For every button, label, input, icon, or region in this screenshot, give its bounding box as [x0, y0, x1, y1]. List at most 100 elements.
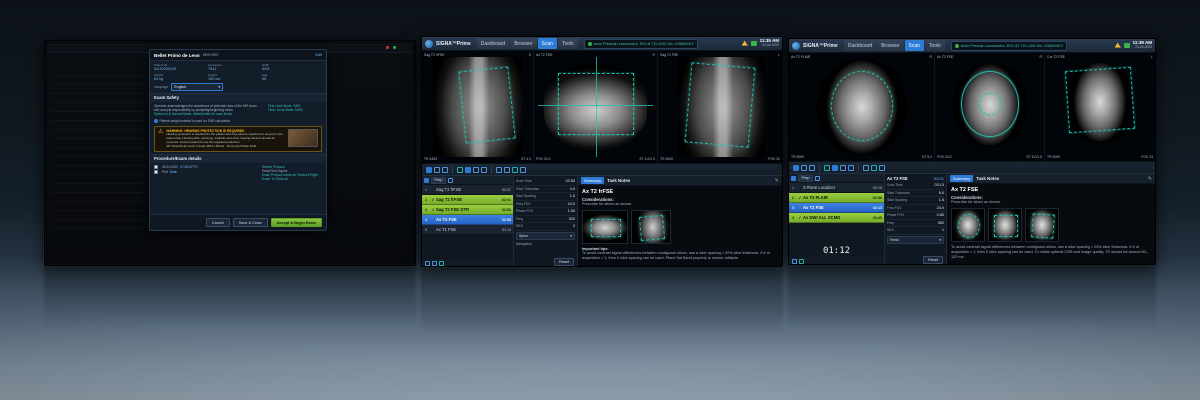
- brain-thumbnail[interactable]: [1025, 208, 1059, 242]
- param-row[interactable]: Freq 320: [516, 216, 575, 224]
- series-row-completed[interactable]: 4 ✓ Ax DWI ALL SCMD 00:45: [789, 213, 884, 223]
- annotate-icon[interactable]: [848, 165, 854, 171]
- roi-overlay[interactable]: [1065, 67, 1135, 133]
- param-row[interactable]: Phase FOV 0.80: [887, 212, 944, 220]
- tab-tools[interactable]: Tools: [925, 40, 945, 51]
- param-row[interactable]: Freq FOV 24.0: [516, 201, 575, 209]
- annotate-icon[interactable]: [481, 167, 487, 173]
- sat-band-icon[interactable]: [512, 167, 518, 173]
- edit-notes-icon[interactable]: ✎: [775, 178, 779, 184]
- procedure-row[interactable]: Perf Brain: [154, 170, 258, 174]
- flag-icon[interactable]: [432, 261, 437, 266]
- series-row[interactable]: 1 Sag T2 frFSE 02:37: [422, 185, 513, 195]
- language-select[interactable]: English ▾: [171, 83, 223, 91]
- add-series-icon[interactable]: [791, 176, 796, 181]
- param-row[interactable]: Freq FOV 24.0: [887, 205, 944, 213]
- summary-tab[interactable]: Summary: [581, 177, 604, 184]
- measure-icon[interactable]: [504, 167, 510, 173]
- sat-band-icon[interactable]: [871, 165, 877, 171]
- summary-tab[interactable]: Summary: [950, 175, 973, 182]
- chat-icon[interactable]: [1124, 43, 1130, 48]
- notifications-bell-icon[interactable]: [742, 40, 748, 46]
- procedure-row[interactable]: 06.24.2023 CONCEPTS: [154, 165, 258, 169]
- tab-browser[interactable]: Browser: [877, 40, 903, 51]
- coil-select[interactable]: Spine ▾: [516, 232, 575, 240]
- roi-overlay[interactable]: [685, 62, 756, 147]
- graphic-rx-icon[interactable]: [824, 165, 830, 171]
- coil-select[interactable]: Head ▾: [887, 236, 944, 244]
- edit-link[interactable]: Edit: [315, 53, 322, 57]
- pan-icon[interactable]: [801, 165, 807, 171]
- viewport-axial-brain[interactable]: Ax T2 FSE R FOV 24.0 ST 5.0/1.5: [935, 53, 1045, 161]
- tab-scan[interactable]: Scan: [905, 40, 924, 51]
- series-row-active[interactable]: 4 Ax T2 FSE 02:53: [422, 215, 513, 225]
- window-level-icon[interactable]: [863, 165, 869, 171]
- pause-icon[interactable]: [815, 176, 820, 181]
- save-close-button[interactable]: Save & Close: [233, 218, 268, 227]
- field-value[interactable]: 8/04: [262, 67, 310, 71]
- sagittal-thumbnail[interactable]: [631, 210, 671, 244]
- link-icon[interactable]: [799, 259, 804, 264]
- axial-thumbnail[interactable]: [582, 210, 628, 244]
- layout-icon[interactable]: [426, 167, 432, 173]
- param-row[interactable]: NEX 2: [516, 223, 575, 231]
- roi-overlay[interactable]: [831, 71, 893, 141]
- param-row[interactable]: NEX 1: [887, 227, 944, 235]
- field-value[interactable]: 66: [262, 77, 310, 81]
- notifications-bell-icon[interactable]: [1115, 42, 1121, 48]
- viewport-axial-abdomen[interactable]: Ax T2 FSE R FOV 24.0 ST 4.0/1.0: [534, 51, 658, 163]
- cancel-button[interactable]: Cancel: [206, 218, 230, 227]
- series-row-active[interactable]: 3 Ax T2 FSE 02:13: [789, 203, 884, 213]
- tab-dashboard[interactable]: Dashboard: [477, 38, 509, 49]
- reset-button[interactable]: Reset: [554, 258, 574, 266]
- camera-icon[interactable]: [792, 259, 797, 264]
- reset-view-icon[interactable]: [520, 167, 526, 173]
- field-value[interactable]: 7641: [208, 67, 256, 71]
- zoom-icon[interactable]: [809, 165, 815, 171]
- graphic-rx-icon[interactable]: [457, 167, 463, 173]
- param-row[interactable]: Slice Thickness 4.0: [516, 186, 575, 194]
- roi-overlay[interactable]: [458, 67, 515, 144]
- safety-link[interactable]: System is in Normal Mode; default limits…: [154, 112, 264, 116]
- field-value[interactable]: AU10053109: [154, 67, 202, 71]
- crosshair-icon[interactable]: [832, 165, 838, 171]
- add-series-icon[interactable]: [424, 178, 429, 183]
- chat-icon[interactable]: [751, 41, 757, 46]
- crosshair-vertical[interactable]: [596, 57, 597, 157]
- prep-button[interactable]: Prep: [798, 175, 813, 182]
- tab-tools[interactable]: Tools: [558, 38, 578, 49]
- param-row[interactable]: Scan Time 02:13: [887, 182, 944, 190]
- crosshair-icon[interactable]: [465, 167, 471, 173]
- viewport-axial-brain-large[interactable]: Ax T2 FLAIR R TR 9000 ST 5.0: [789, 53, 935, 161]
- param-row[interactable]: Slice Thickness 5.0: [887, 190, 944, 198]
- camera-icon[interactable]: [425, 261, 430, 266]
- series-row-completed[interactable]: 2 ✓ Sag T2 frFSE 02:01: [422, 195, 513, 205]
- layout-icon[interactable]: [793, 165, 799, 171]
- zoom-icon[interactable]: [442, 167, 448, 173]
- pan-icon[interactable]: [434, 167, 440, 173]
- viewport-sagittal-spine[interactable]: Sag T2 frFSE S TR 4453 ST 4.0: [422, 51, 534, 163]
- pause-icon[interactable]: [448, 178, 453, 183]
- viewport-coronal-brain[interactable]: Cor T2 FSE L TR 4000 FOV 24: [1045, 53, 1155, 161]
- param-row[interactable]: Phase FOV 1.00: [516, 208, 575, 216]
- param-row[interactable]: Scan Time 02:53: [516, 178, 575, 186]
- reset-view-icon[interactable]: [879, 165, 885, 171]
- tab-dashboard[interactable]: Dashboard: [844, 40, 876, 51]
- accept-begin-exam-button[interactable]: Accept & Begin Exam: [271, 218, 322, 227]
- series-row-completed[interactable]: 3 ✓ Sag T2 FSE OTR 02:53: [422, 205, 513, 215]
- edit-notes-icon[interactable]: ✎: [1148, 176, 1152, 182]
- param-row[interactable]: Slice Spacing 1.0: [516, 193, 575, 201]
- reset-button[interactable]: Reset: [923, 256, 943, 264]
- warning-link[interactable]: 3D ViewerPoint Level 4 Audio MP3 L Brand…: [166, 145, 285, 149]
- tab-scan[interactable]: Scan: [538, 38, 557, 49]
- grid-icon[interactable]: [840, 165, 846, 171]
- series-row[interactable]: 1 3 Plane Localizer 00:16: [789, 183, 884, 193]
- grid-icon[interactable]: [473, 167, 479, 173]
- viewport-sagittal-lumbar[interactable]: Sag T2 FSE L TR 4000 FOV 32: [658, 51, 782, 163]
- tab-browser[interactable]: Browser: [510, 38, 536, 49]
- field-value[interactable]: 64 kg: [154, 77, 202, 81]
- brain-thumbnail[interactable]: [988, 208, 1022, 242]
- brain-thumbnail[interactable]: [951, 208, 985, 242]
- series-row-completed[interactable]: 2 ✓ Ax T2 FLAIR 02:58: [789, 193, 884, 203]
- series-row[interactable]: 5 Ax T1 FSE 01:11: [422, 225, 513, 235]
